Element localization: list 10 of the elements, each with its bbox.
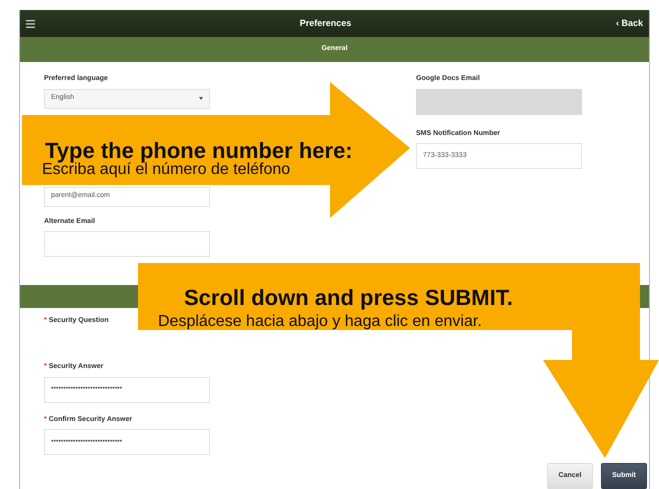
back-link[interactable]: ‹ Back xyxy=(616,16,643,30)
callout-title: Scroll down and press SUBMIT. xyxy=(184,287,513,309)
callout-subtitle: Escriba aquí el número de teléfono xyxy=(42,162,290,178)
callout-subtitle: Desplácese hacia abajo y haga clic en enviar. xyxy=(158,314,482,330)
callout-title: Type the phone number here: xyxy=(45,140,353,162)
input-field[interactable] xyxy=(416,88,582,114)
input-field[interactable] xyxy=(44,231,210,257)
menu-icon[interactable] xyxy=(26,20,35,28)
page-title: Preferences xyxy=(300,16,352,30)
caret-icon xyxy=(199,97,203,100)
